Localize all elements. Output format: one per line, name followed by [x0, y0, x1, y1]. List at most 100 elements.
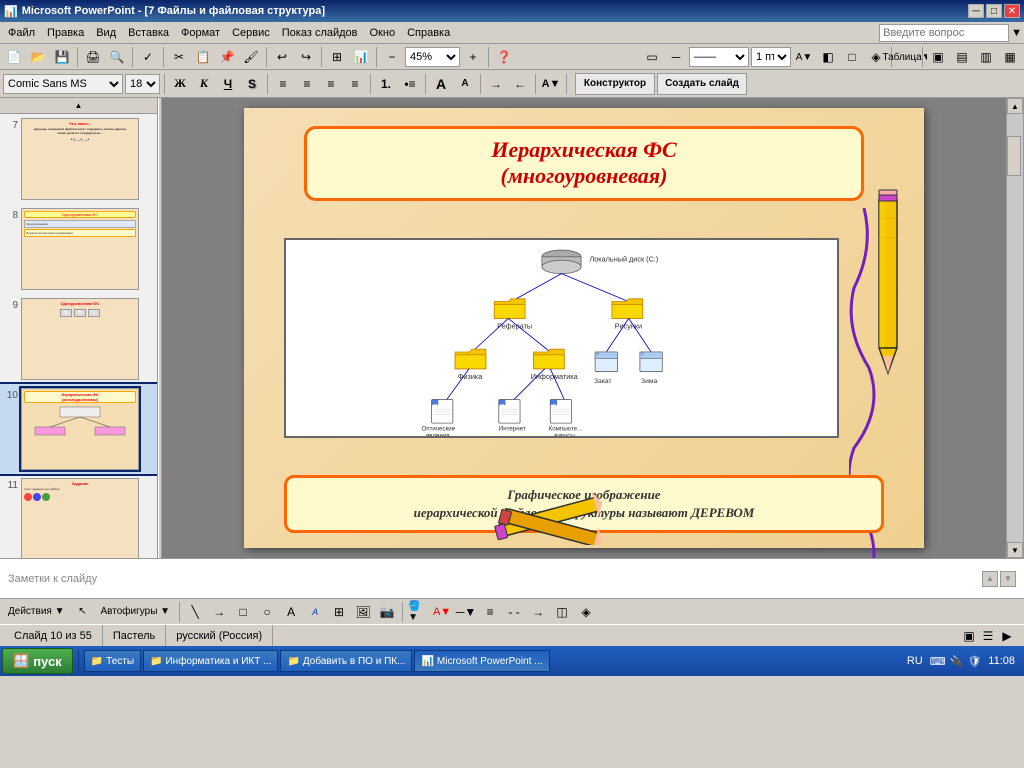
slide-thumb-10[interactable]: 10 Иерархическая ФС(многоуровневая)	[0, 384, 157, 474]
rect-btn[interactable]: □	[232, 601, 254, 623]
underline-button[interactable]: Ч	[217, 73, 239, 95]
font-color-btn[interactable]: A▼	[540, 73, 562, 95]
actions-button[interactable]: Действия ▼	[3, 601, 70, 623]
line-style-draw[interactable]: ≡	[479, 601, 501, 623]
italic-button[interactable]: К	[193, 73, 215, 95]
slide-thumb-11[interactable]: 11 Задание текст задания про файлы	[0, 474, 157, 558]
menu-view[interactable]: Вид	[90, 25, 122, 41]
autoshapes-button[interactable]: Автофигуры ▼	[96, 601, 176, 623]
diagram-btn[interactable]: ⊞	[328, 601, 350, 623]
copy-button[interactable]: 📋	[192, 46, 214, 68]
align-justify[interactable]: ≡	[344, 73, 366, 95]
insert-chart[interactable]: 📊	[350, 46, 372, 68]
maximize-button[interactable]: □	[986, 4, 1002, 18]
increase-font[interactable]: A	[430, 73, 452, 95]
normal-view-btn[interactable]: ▣	[960, 627, 978, 645]
image-btn[interactable]: 📷	[376, 601, 398, 623]
search-input[interactable]	[879, 24, 1009, 42]
align-left[interactable]: ≡	[272, 73, 294, 95]
fill-color-draw[interactable]: 🪣▼	[407, 601, 429, 623]
scroll-thumb[interactable]	[1007, 136, 1021, 176]
draw-tb1[interactable]: ▭	[641, 46, 663, 68]
line-weight-select[interactable]: 1 пт	[751, 47, 791, 67]
scroll-right-down[interactable]: ▼	[1000, 571, 1016, 587]
menu-insert[interactable]: Вставка	[122, 25, 175, 41]
slide-thumb-8[interactable]: 8 Одноуровневая ФС Одноуровневая Иерархи…	[0, 204, 157, 294]
scroll-up-arrow[interactable]: ▲	[1007, 98, 1023, 114]
table-btn[interactable]: Таблица▼	[896, 46, 918, 68]
draw-tb2[interactable]: ─	[665, 46, 687, 68]
zoom-select[interactable]: 45% 50% 75% 100%	[405, 47, 460, 67]
tb-extra2[interactable]: ▤	[951, 46, 973, 68]
indent-increase[interactable]: →	[485, 73, 507, 95]
textbox-btn[interactable]: A	[280, 601, 302, 623]
arrow-btn[interactable]: →	[208, 601, 230, 623]
clipart-btn[interactable]: 🖼	[352, 601, 374, 623]
slideshow-view-btn[interactable]: ▶	[998, 627, 1016, 645]
line-color-btn[interactable]: A▼	[793, 46, 815, 68]
decrease-font[interactable]: A	[454, 73, 476, 95]
undo-button[interactable]: ↩	[271, 46, 293, 68]
menu-slideshow[interactable]: Показ слайдов	[276, 25, 364, 41]
spell-button[interactable]: ✓	[137, 46, 159, 68]
minimize-button[interactable]: ─	[968, 4, 984, 18]
tb-extra4[interactable]: ▦	[999, 46, 1021, 68]
print-button[interactable]: 🖨	[82, 46, 104, 68]
save-button[interactable]: 💾	[51, 46, 73, 68]
menu-window[interactable]: Окно	[364, 25, 402, 41]
taskbar-informatika[interactable]: 📁 Информатика и ИКТ ...	[143, 650, 278, 672]
line-btn[interactable]: ╲	[184, 601, 206, 623]
menu-edit[interactable]: Правка	[41, 25, 90, 41]
indent-decrease[interactable]: ←	[509, 73, 531, 95]
tb-extra3[interactable]: ▥	[975, 46, 997, 68]
oval-btn[interactable]: ○	[256, 601, 278, 623]
slide-thumb-9[interactable]: 9 Одноуровневая ФС 📄 📄 📄	[0, 294, 157, 384]
panel-scroll-up[interactable]: ▲	[0, 98, 157, 114]
format-painter[interactable]: 🖌	[240, 46, 262, 68]
cut-button[interactable]: ✂	[168, 46, 190, 68]
zoom-out[interactable]: −	[381, 46, 403, 68]
open-button[interactable]: 📂	[27, 46, 49, 68]
outline-view-btn[interactable]: ☰	[979, 627, 997, 645]
line-style-select[interactable]: ——	[689, 47, 749, 67]
menu-help[interactable]: Справка	[401, 25, 456, 41]
shadow-button[interactable]: S	[241, 73, 263, 95]
font-size-select[interactable]: 18	[125, 74, 160, 94]
taskbar-add[interactable]: 📁 Добавить в ПО и ПК...	[280, 650, 412, 672]
bullets-btn[interactable]: •≡	[399, 73, 421, 95]
insert-table[interactable]: ⊞	[326, 46, 348, 68]
taskbar-tests[interactable]: 📁 Тесты	[84, 650, 141, 672]
zoom-in[interactable]: +	[462, 46, 484, 68]
search-arrow[interactable]: ▼	[1011, 27, 1022, 39]
shadow-btn[interactable]: □	[841, 46, 863, 68]
select-btn[interactable]: ↖	[72, 601, 94, 623]
font-select[interactable]: Comic Sans MS	[3, 74, 123, 94]
help-button[interactable]: ❓	[493, 46, 515, 68]
font-color-draw[interactable]: A▼	[431, 601, 453, 623]
new-button[interactable]: 📄	[3, 46, 25, 68]
align-right[interactable]: ≡	[320, 73, 342, 95]
menu-format[interactable]: Формат	[175, 25, 226, 41]
create-slide-button[interactable]: Создать слайд	[657, 73, 747, 95]
shadow-style-draw[interactable]: ◫	[551, 601, 573, 623]
dash-style-draw[interactable]: - -	[503, 601, 525, 623]
taskbar-powerpoint[interactable]: 📊 Microsoft PowerPoint ...	[414, 650, 549, 672]
fill-color-btn[interactable]: ◧	[817, 46, 839, 68]
align-center[interactable]: ≡	[296, 73, 318, 95]
start-button[interactable]: 🪟 пуск	[2, 648, 73, 674]
redo-button[interactable]: ↪	[295, 46, 317, 68]
menu-file[interactable]: Файл	[2, 25, 41, 41]
menu-tools[interactable]: Сервис	[226, 25, 276, 41]
3d-style-draw[interactable]: ◈	[575, 601, 597, 623]
constructor-button[interactable]: Конструктор	[575, 73, 655, 95]
wordart-btn[interactable]: A	[304, 601, 326, 623]
paste-button[interactable]: 📌	[216, 46, 238, 68]
numbering-btn[interactable]: 1.	[375, 73, 397, 95]
close-button[interactable]: ✕	[1004, 4, 1020, 18]
scroll-right-up[interactable]: ▲	[982, 571, 998, 587]
scroll-down-arrow[interactable]: ▼	[1007, 542, 1023, 558]
arrow-style-draw[interactable]: →	[527, 601, 549, 623]
bold-button[interactable]: Ж	[169, 73, 191, 95]
preview-button[interactable]: 🔍	[106, 46, 128, 68]
line-color-draw[interactable]: ─▼	[455, 601, 477, 623]
